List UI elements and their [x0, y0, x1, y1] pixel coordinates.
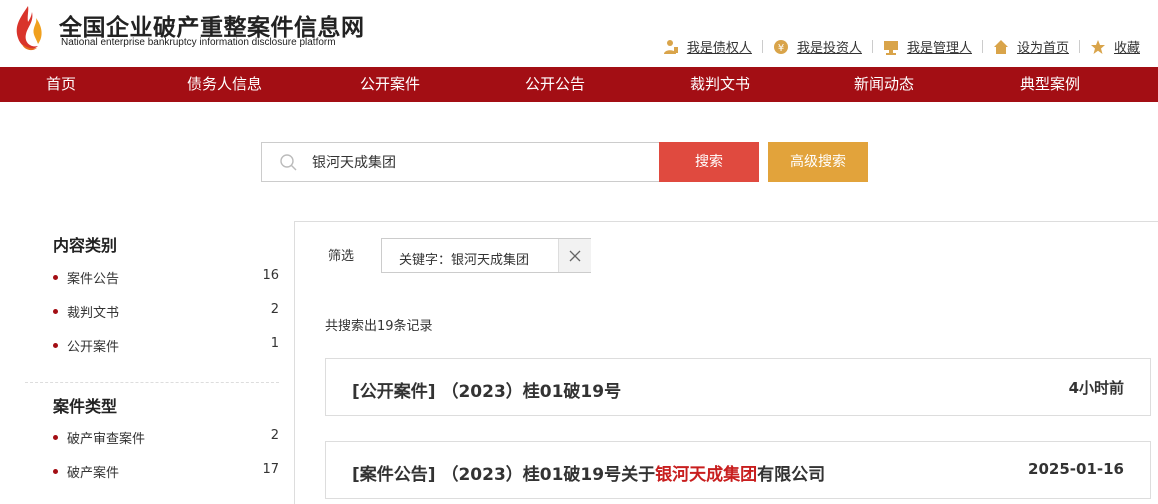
- creditor-link-label: 我是债权人: [686, 41, 752, 56]
- result-title-text: [案件公告] （2023）桂01破19号关于: [352, 465, 656, 485]
- divider: [1078, 40, 1080, 53]
- advanced-search-button[interactable]: 高级搜索: [768, 142, 868, 182]
- home-icon: [993, 39, 1009, 55]
- manager-link-label: 我是管理人: [906, 41, 972, 56]
- sidebar-item-bankruptcy-cases[interactable]: 破产案件 17: [53, 462, 279, 482]
- close-icon[interactable]: [558, 239, 591, 272]
- nav-typical-cases[interactable]: 典型案例: [1020, 67, 1080, 102]
- bullet-icon: [53, 469, 58, 474]
- set-homepage-label: 设为首页: [1016, 41, 1069, 56]
- sidebar-item-count: 17: [262, 462, 279, 477]
- divider: [761, 40, 763, 53]
- bookmark-link[interactable]: 收藏: [1090, 37, 1140, 56]
- divider: [981, 40, 983, 53]
- site-subtitle: National enterprise bankruptcy informati…: [61, 37, 336, 48]
- top-links: 我是债权人 ¥ 我是投资人 我是管理人 设为首页 收藏: [663, 37, 1140, 56]
- sidebar-item-judgments[interactable]: 裁判文书 2: [53, 302, 279, 322]
- search-button[interactable]: 搜索: [659, 142, 759, 182]
- bookmark-label: 收藏: [1113, 41, 1140, 56]
- result-title-highlight: 银河天成集团: [655, 465, 758, 485]
- investor-link-label: 我是投资人: [796, 41, 862, 56]
- sidebar-item-case-notices[interactable]: 案件公告 16: [53, 268, 279, 288]
- result-title-suffix: 有限公司: [757, 465, 826, 485]
- site-header: 全国企业破产重整案件信息网 National enterprise bankru…: [0, 0, 1158, 67]
- result-count: 共搜索出19条记录: [325, 319, 433, 334]
- filter-label: 筛选: [328, 249, 355, 264]
- result-card[interactable]: [公开案件] （2023）桂01破19号 4小时前: [325, 358, 1151, 416]
- result-time: 2025-01-16: [1028, 460, 1124, 478]
- nav-public-notices[interactable]: 公开公告: [525, 67, 585, 102]
- sidebar-item-label: 案件公告: [67, 272, 120, 287]
- logo-flame-icon[interactable]: [10, 4, 46, 54]
- investor-icon: ¥: [773, 39, 789, 55]
- sidebar-item-public-cases[interactable]: 公开案件 1: [53, 336, 279, 356]
- sidebar-item-count: 16: [262, 268, 279, 283]
- bullet-icon: [53, 435, 58, 440]
- filter-tag: 关键字：银河天成集团: [381, 238, 591, 273]
- creditor-icon: [663, 39, 679, 55]
- nav-judgments[interactable]: 裁判文书: [690, 67, 750, 102]
- investor-link[interactable]: ¥ 我是投资人: [773, 37, 862, 56]
- content-type-title: 内容类别: [53, 236, 118, 255]
- result-card[interactable]: [案件公告] （2023）桂01破19号关于银河天成集团有限公司 2025-01…: [325, 441, 1151, 499]
- divider: [871, 40, 873, 53]
- case-type-title: 案件类型: [53, 397, 118, 416]
- filter-tag-text: 关键字：银河天成集团: [399, 253, 530, 268]
- nav-debtor-info[interactable]: 债务人信息: [187, 67, 262, 102]
- manager-icon: [883, 39, 899, 55]
- search-input[interactable]: [312, 143, 652, 181]
- nav-home[interactable]: 首页: [46, 67, 76, 102]
- sidebar-divider: [25, 382, 279, 383]
- creditor-link[interactable]: 我是债权人: [663, 37, 752, 56]
- sidebar-item-label: 公开案件: [67, 340, 120, 355]
- sidebar-item-count: 1: [270, 336, 279, 351]
- star-icon: [1090, 39, 1106, 55]
- svg-text:¥: ¥: [778, 43, 784, 54]
- result-title-text: [公开案件] （2023）桂01破19号: [352, 382, 622, 402]
- sidebar-item-bankruptcy-review[interactable]: 破产审查案件 2: [53, 428, 279, 448]
- main-nav: 首页 债务人信息 公开案件 公开公告 裁判文书 新闻动态 典型案例: [0, 67, 1158, 102]
- result-title[interactable]: [案件公告] （2023）桂01破19号关于银河天成集团有限公司: [352, 460, 825, 485]
- sidebar-item-label: 破产审查案件: [67, 432, 146, 447]
- set-homepage-link[interactable]: 设为首页: [993, 37, 1069, 56]
- bullet-icon: [53, 309, 58, 314]
- bullet-icon: [53, 275, 58, 280]
- sidebar-item-label: 破产案件: [67, 466, 120, 481]
- nav-news[interactable]: 新闻动态: [854, 67, 914, 102]
- sidebar-item-count: 2: [270, 428, 279, 443]
- search-icon: [280, 154, 297, 171]
- bullet-icon: [53, 343, 58, 348]
- nav-public-cases[interactable]: 公开案件: [360, 67, 420, 102]
- search-box: [261, 142, 660, 182]
- manager-link[interactable]: 我是管理人: [883, 37, 972, 56]
- sidebar-item-count: 2: [270, 302, 279, 317]
- result-time: 4小时前: [1068, 379, 1124, 397]
- result-title[interactable]: [公开案件] （2023）桂01破19号: [352, 377, 621, 402]
- sidebar-item-label: 裁判文书: [67, 306, 120, 321]
